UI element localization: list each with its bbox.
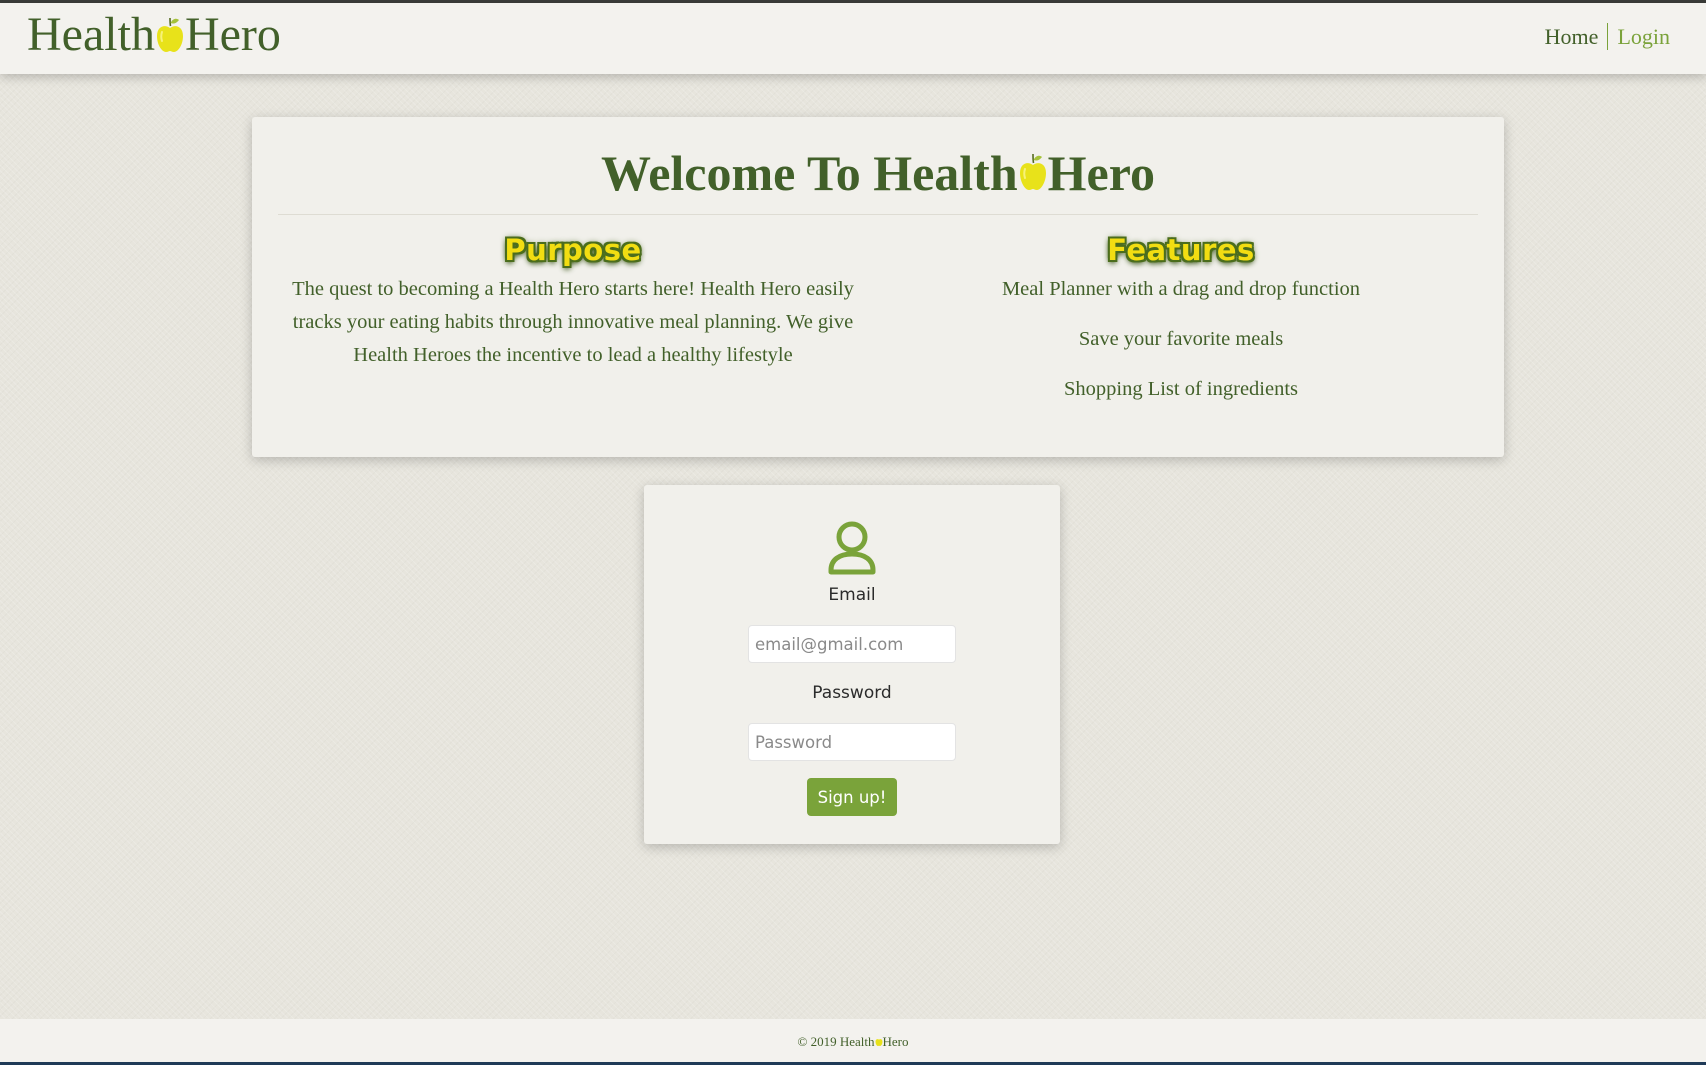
signup-form: Email Password Sign up! — [644, 485, 1060, 844]
user-icon — [827, 519, 877, 580]
feature-item: Save your favorite meals — [1078, 328, 1284, 350]
email-label: Email — [828, 585, 876, 605]
nav-home-link[interactable]: Home — [1545, 24, 1608, 50]
apple-icon — [1018, 151, 1048, 197]
password-label: Password — [812, 683, 892, 703]
footer: © 2019 Health Hero — [0, 1019, 1706, 1065]
apple-icon — [155, 15, 185, 59]
welcome-title-part1: Welcome To Health — [600, 145, 1018, 201]
apple-icon — [875, 1036, 883, 1048]
purpose-text: The quest to becoming a Health Hero star… — [292, 278, 854, 366]
nav-links: Home Login — [1545, 23, 1670, 50]
divider — [278, 214, 1478, 215]
welcome-title-part2: Hero — [1047, 145, 1156, 201]
brand-logo[interactable]: Health Hero — [27, 11, 281, 59]
welcome-title: Welcome To Health Hero — [252, 143, 1504, 203]
brand-name-part1: Health — [27, 8, 155, 61]
password-field[interactable] — [748, 723, 956, 761]
purpose-column: Purpose The quest to becoming a Health H… — [278, 233, 868, 372]
purpose-heading: Purpose — [504, 233, 642, 267]
feature-item: Meal Planner with a drag and drop functi… — [1001, 278, 1361, 300]
signup-button[interactable]: Sign up! — [807, 778, 897, 816]
navbar: Health Hero Home Login — [0, 3, 1706, 74]
features-list: Meal Planner with a drag and drop functi… — [882, 273, 1480, 406]
footer-copyright: © 2019 Health Hero — [797, 1034, 908, 1050]
feature-item: Shopping List of ingredients — [1063, 378, 1299, 400]
email-field[interactable] — [748, 625, 956, 663]
brand-name-part2: Hero — [184, 8, 281, 61]
welcome-card: Welcome To Health Hero Purpose The quest… — [252, 117, 1504, 457]
features-column: Features Meal Planner with a drag and dr… — [882, 233, 1480, 406]
footer-copyright-part2: Hero — [882, 1034, 909, 1049]
footer-copyright-part1: © 2019 Health — [797, 1034, 875, 1049]
features-heading: Features — [1107, 233, 1255, 267]
nav-login-link[interactable]: Login — [1608, 24, 1670, 50]
